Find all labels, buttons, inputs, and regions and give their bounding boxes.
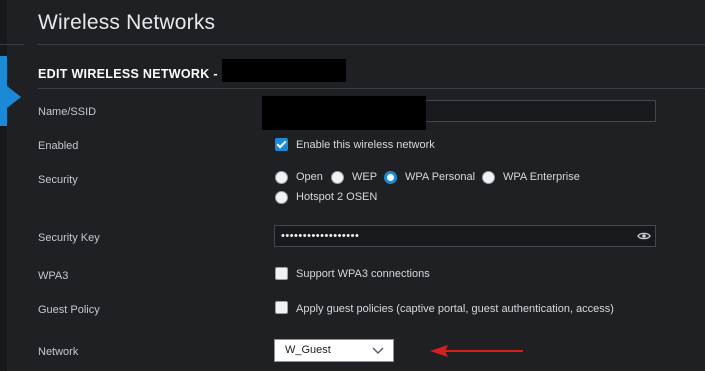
eye-icon[interactable]: [637, 230, 651, 242]
security-radio-wpa-enterprise[interactable]: [482, 171, 495, 184]
wpa3-checkbox-label: Support WPA3 connections: [296, 268, 430, 280]
security-radio-wep[interactable]: [331, 171, 344, 184]
guest-policy-checkbox[interactable]: [275, 301, 288, 314]
security-key-label: Security Key: [38, 232, 100, 244]
security-radio-hotspot2-osen[interactable]: [275, 191, 288, 204]
security-radio-open[interactable]: [275, 171, 288, 184]
guest-policy-label: Guest Policy: [38, 304, 100, 316]
security-label: Security: [38, 174, 78, 186]
sidebar-active-indicator: [0, 56, 7, 126]
network-select[interactable]: W_Guest: [274, 339, 394, 362]
redacted-ssid-title: [222, 59, 346, 82]
wpa3-label: WPA3: [38, 270, 69, 282]
security-option-open-label: Open: [296, 171, 323, 183]
enabled-label: Enabled: [38, 140, 79, 152]
enabled-checkbox[interactable]: [275, 138, 288, 151]
sidebar-active-notch: [7, 86, 21, 108]
network-label: Network: [38, 346, 79, 358]
security-option-wpa-enterprise-label: WPA Enterprise: [503, 171, 580, 183]
header-divider-left: [0, 44, 24, 45]
wpa3-checkbox[interactable]: [275, 267, 288, 280]
security-radio-wpa-personal[interactable]: [384, 171, 397, 184]
name-ssid-label: Name/SSID: [38, 106, 97, 118]
header-divider: [38, 44, 705, 45]
section-divider: [38, 88, 705, 89]
section-title: EDIT WIRELESS NETWORK -: [38, 67, 218, 81]
security-option-wpa-personal-label: WPA Personal: [405, 171, 476, 183]
guest-policy-checkbox-label: Apply guest policies (captive portal, gu…: [296, 303, 614, 315]
chevron-down-icon: [372, 347, 384, 354]
red-arrow-icon: [430, 345, 523, 357]
enabled-checkbox-label: Enable this wireless network: [296, 139, 435, 151]
security-option-wep-label: WEP: [352, 171, 378, 183]
page-title: Wireless Networks: [38, 11, 216, 34]
redacted-ssid-value: [262, 96, 426, 130]
security-option-hotspot2-osen-label: Hotspot 2 OSEN: [296, 191, 378, 203]
network-select-value: W_Guest: [285, 344, 331, 356]
security-key-value: ••••••••••••••••••: [281, 230, 360, 242]
